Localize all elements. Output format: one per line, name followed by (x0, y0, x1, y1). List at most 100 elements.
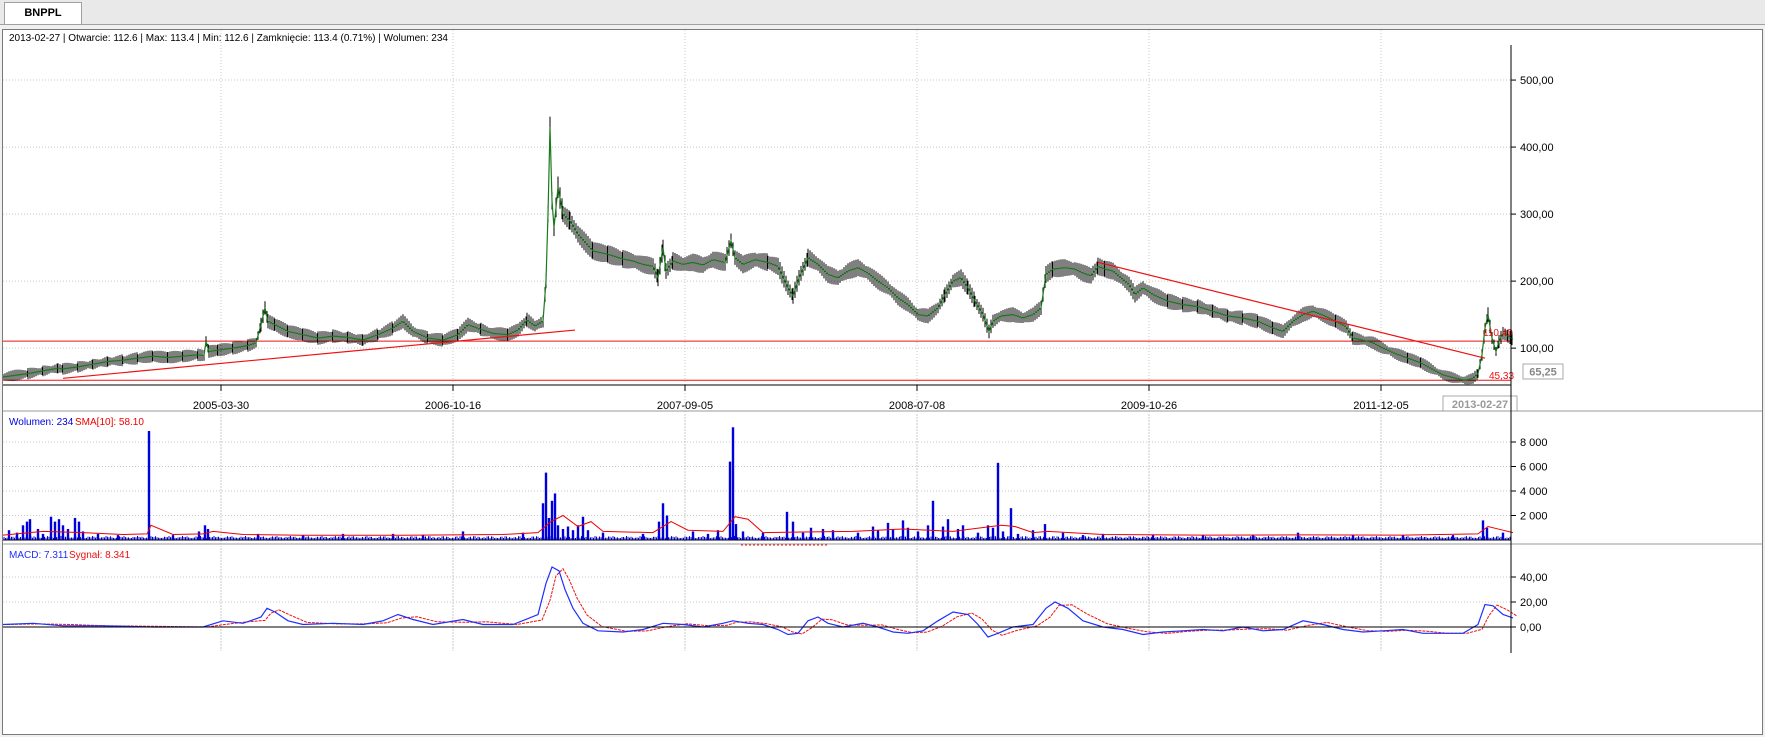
volume-bar (1401, 535, 1405, 540)
volume-bar (25, 521, 29, 540)
volume-bar (1061, 532, 1065, 540)
volume-bar (657, 521, 661, 540)
volume-bar (341, 533, 345, 540)
volume-bar (1151, 535, 1155, 540)
volume-bar (171, 535, 175, 540)
volume-bar (801, 532, 805, 540)
volume-bar (886, 522, 890, 540)
volume-bar (961, 525, 965, 540)
volume-bar (581, 516, 585, 540)
macd-label: MACD: 7.311 (9, 550, 69, 561)
volume-bar (941, 526, 945, 540)
macd-axis: 0,00 20,00 40,00 (3, 572, 1548, 634)
volume-bar (1485, 527, 1489, 540)
volume-bar (809, 527, 813, 540)
chart-area[interactable]: 2013-02-27 | Otwarcie: 112.6 | Max: 113.… (2, 29, 1763, 735)
volume-bar (36, 528, 40, 540)
x-tick-label: 2008-07-08 (889, 400, 945, 412)
volume-bar (553, 493, 557, 540)
volume-bar (544, 472, 548, 540)
tab-bnppl[interactable]: BNPPL (4, 2, 82, 24)
volume-bar (1451, 535, 1455, 540)
volume-bar (601, 532, 605, 540)
volume-bar (901, 520, 905, 540)
signal-label: Sygnał: 8.341 (69, 550, 131, 561)
volume-bar (1016, 533, 1020, 540)
volume-bar (1296, 532, 1300, 540)
volume-y-tick-label: 2 000 (1520, 511, 1548, 523)
price-candles (3, 116, 1513, 385)
x-tick-label: 2011-12-05 (1353, 400, 1408, 412)
volume-bar (49, 516, 53, 540)
y-tick-label: 400,00 (1520, 142, 1554, 154)
y-tick-label: 200,00 (1520, 276, 1554, 288)
sma-line (3, 514, 1514, 536)
volume-bar (821, 528, 825, 540)
volume-baseline-bars (3, 536, 1511, 540)
volume-bar (1009, 508, 1013, 540)
volume-y-tick-label: 8 000 (1520, 437, 1548, 449)
current-date-label: 2013-02-27 (1452, 399, 1508, 411)
volume-bar (96, 533, 100, 540)
volume-bar (147, 430, 151, 540)
volume-bar (856, 532, 860, 540)
x-tick-label: 2007-09-05 (657, 400, 713, 412)
volume-bar (871, 526, 875, 540)
volume-bar (547, 517, 551, 540)
volume-bar (586, 530, 590, 540)
volume-bar (77, 521, 81, 540)
volume-bar (561, 528, 565, 540)
macd-y-tick-label: 0,00 (1520, 622, 1541, 634)
volume-bar (197, 531, 201, 540)
tab-bar: BNPPL (0, 0, 1765, 25)
volume-bar (691, 531, 695, 540)
volume-bar (1251, 535, 1255, 540)
x-tick-label: 2006-10-16 (425, 400, 481, 412)
volume-axis: 2 000 4 000 6 000 8 000 (3, 437, 1548, 541)
volume-bar (28, 519, 32, 540)
volume-bar (571, 530, 575, 540)
volume-bar (976, 532, 980, 540)
volume-bar (1031, 530, 1035, 540)
y-tick-label: 500,00 (1520, 75, 1554, 87)
price-axis: 100,00 200,00 300,00 400,00 500,00 (3, 75, 1554, 386)
macd-y-tick-label: 40,00 (1520, 572, 1548, 584)
volume-bar (53, 521, 57, 540)
volume-bar (61, 525, 65, 540)
volume-y-tick-label: 4 000 (1520, 486, 1548, 498)
volume-label: Wolumen: 234 (9, 417, 74, 428)
volume-bar (66, 528, 70, 540)
volume-bar (661, 503, 665, 540)
price-panel[interactable] (3, 116, 1514, 385)
volume-bar (991, 527, 995, 540)
volume-bar (21, 525, 25, 540)
price-line (3, 126, 1514, 381)
volume-bar (1501, 532, 1505, 540)
volume-bar (706, 533, 710, 540)
volume-y-tick-label: 6 000 (1520, 462, 1548, 474)
price-info-label: 2013-02-27 | Otwarcie: 112.6 | Max: 113.… (9, 33, 448, 44)
y-tick-label: 300,00 (1520, 209, 1554, 221)
volume-bar (41, 533, 45, 540)
volume-bar (206, 528, 210, 540)
volume-bar (791, 521, 795, 540)
y-tick-label: 100,00 (1520, 343, 1554, 355)
volume-bar (785, 511, 789, 540)
volume-bar (461, 531, 465, 540)
volume-bar (421, 535, 425, 540)
volume-bar (57, 519, 61, 540)
volume-bar (731, 427, 735, 540)
volume-bar (891, 528, 895, 540)
volume-bar (926, 525, 930, 540)
volume-bar (876, 530, 880, 540)
volume-bar (301, 535, 305, 540)
level-label-upper: 110,40 (1483, 328, 1513, 339)
volume-bar (556, 525, 560, 540)
volume-bar (1081, 535, 1085, 540)
trendline (1097, 261, 1486, 359)
volume-bar (761, 532, 765, 540)
volume-bar (741, 531, 745, 540)
x-tick-label: 2005-03-30 (193, 400, 249, 412)
x-tick-label: 2009-10-26 (1121, 400, 1177, 412)
volume-panel[interactable] (3, 427, 1514, 540)
